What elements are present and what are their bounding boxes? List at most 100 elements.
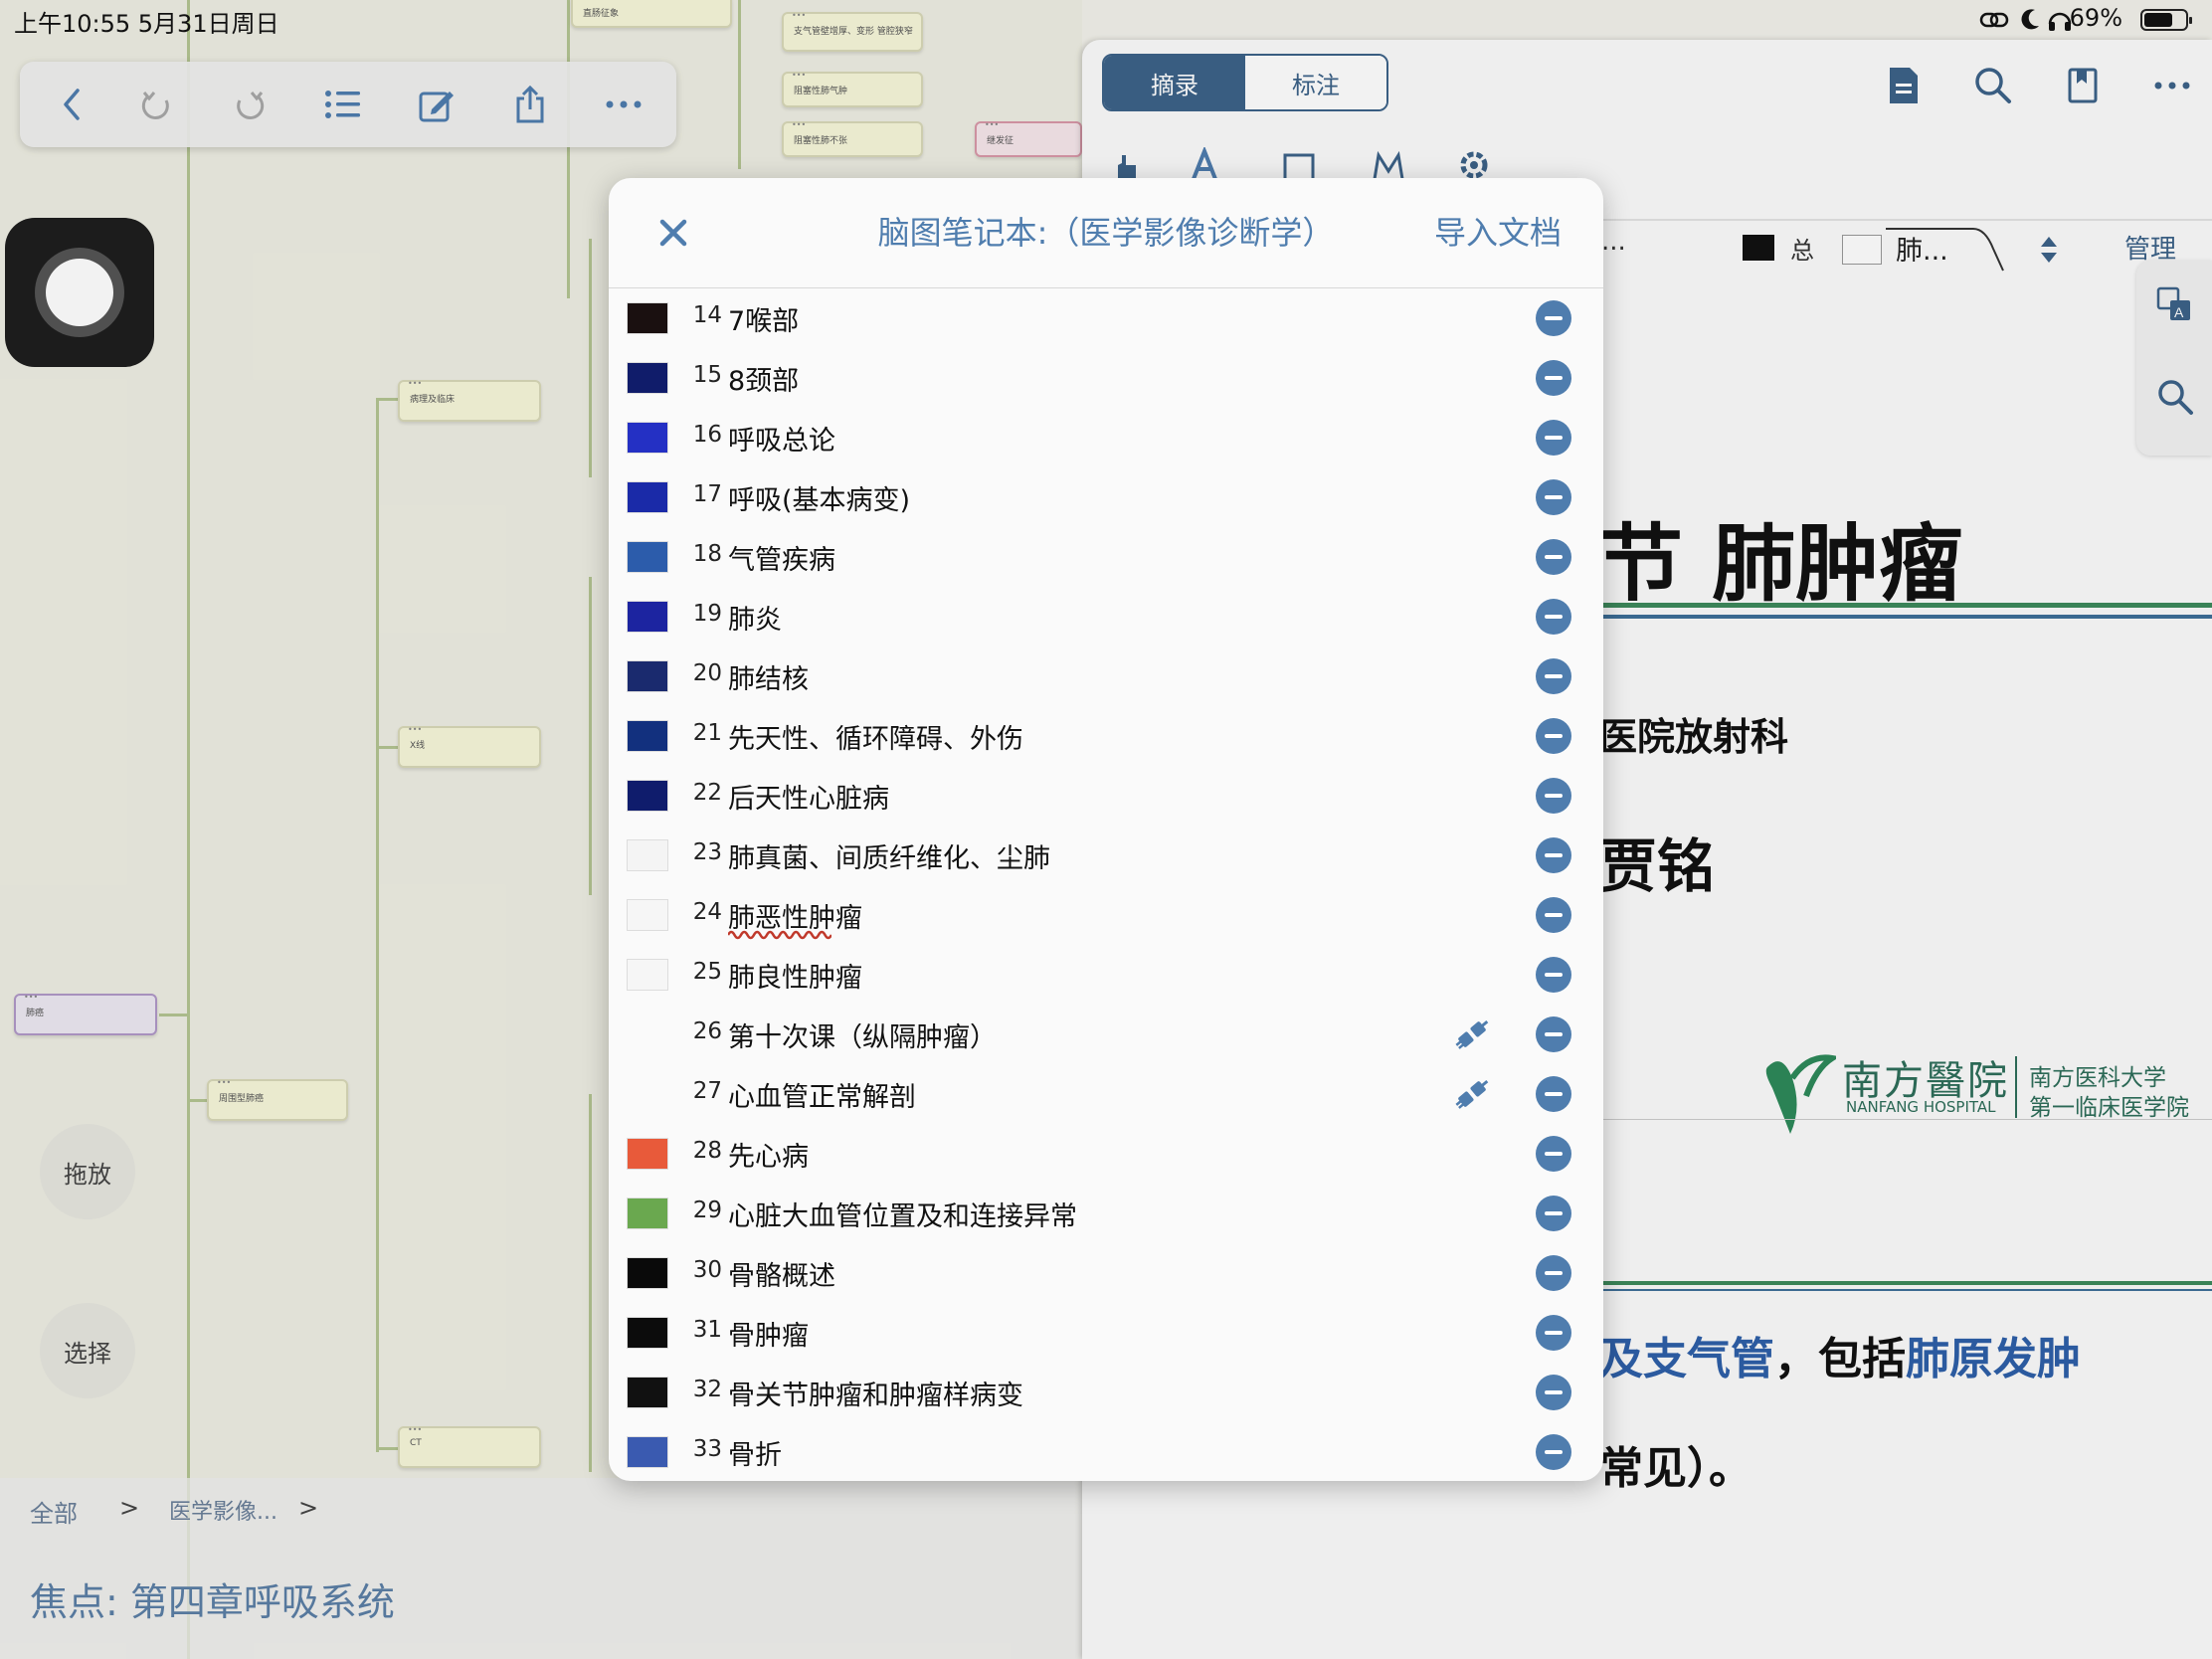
document-list-item[interactable]: 15 8颈部 xyxy=(609,348,1603,408)
remove-document-button[interactable] xyxy=(1536,479,1571,515)
document-title: 气管疾病 xyxy=(728,545,835,576)
document-thumbnail xyxy=(627,660,668,692)
remove-document-button[interactable] xyxy=(1536,1136,1571,1172)
document-index: 15 xyxy=(692,362,722,388)
remove-document-button[interactable] xyxy=(1536,718,1571,754)
remove-document-button[interactable] xyxy=(1536,539,1571,575)
document-thumbnail xyxy=(627,601,668,633)
document-list: 14 7喉部 15 8颈部 16 呼吸总论 17 呼吸(基本病变) 18 气管疾病 19 肺炎 20 肺结… xyxy=(609,288,1603,1481)
document-title: 骨骼概述 xyxy=(728,1261,835,1292)
document-thumbnail xyxy=(627,481,668,513)
document-index: 31 xyxy=(692,1317,722,1343)
document-index: 32 xyxy=(692,1377,722,1402)
document-list-item[interactable]: 27 心血管正常解剖 xyxy=(609,1064,1603,1124)
document-title: 第十次课（纵隔肿瘤） xyxy=(728,1022,997,1053)
document-index: 22 xyxy=(692,780,722,806)
document-index: 18 xyxy=(692,541,722,567)
remove-document-button[interactable] xyxy=(1536,1315,1571,1351)
status-bar: 上午10:55 5月31日周日 69% xyxy=(0,0,2212,40)
import-document-button[interactable]: 导入文档 xyxy=(1434,208,1562,254)
document-list-item[interactable]: 18 气管疾病 xyxy=(609,527,1603,587)
document-thumbnail xyxy=(627,1436,668,1468)
document-index: 30 xyxy=(692,1257,722,1283)
moon-icon xyxy=(2021,9,2039,30)
document-list-item[interactable]: 22 后天性心脏病 xyxy=(609,766,1603,826)
plug-icon[interactable] xyxy=(1450,1014,1494,1054)
document-index: 19 xyxy=(692,601,722,627)
remove-document-button[interactable] xyxy=(1536,1076,1571,1112)
document-list-item[interactable]: 33 骨折 xyxy=(609,1422,1603,1481)
document-index: 28 xyxy=(692,1138,722,1164)
document-index: 26 xyxy=(692,1018,722,1044)
document-title: 呼吸总论 xyxy=(728,426,835,457)
document-index: 25 xyxy=(692,959,722,985)
modal-header: 脑图笔记本:（医学影像诊断学） 导入文档 xyxy=(609,178,1603,288)
remove-document-button[interactable] xyxy=(1536,420,1571,456)
remove-document-button[interactable] xyxy=(1536,957,1571,993)
document-thumbnail xyxy=(627,839,668,871)
document-list-item[interactable]: 26 第十次课（纵隔肿瘤） xyxy=(609,1005,1603,1064)
document-title: 先天性、循环障碍、外伤 xyxy=(728,724,1023,755)
document-thumbnail xyxy=(627,1138,668,1170)
document-list-item[interactable]: 31 骨肿瘤 xyxy=(609,1303,1603,1363)
document-index: 29 xyxy=(692,1198,722,1223)
document-title: 肺炎 xyxy=(728,605,782,636)
remove-document-button[interactable] xyxy=(1536,360,1571,396)
remove-document-button[interactable] xyxy=(1536,837,1571,873)
document-index: 16 xyxy=(692,422,722,448)
document-thumbnail xyxy=(627,302,668,334)
current-document-underline xyxy=(728,930,831,940)
battery-icon xyxy=(2140,9,2192,31)
remove-document-button[interactable] xyxy=(1536,1255,1571,1291)
document-thumbnail xyxy=(627,1257,668,1289)
document-index: 33 xyxy=(692,1436,722,1462)
document-list-item[interactable]: 30 骨骼概述 xyxy=(609,1243,1603,1303)
document-title: 肺结核 xyxy=(728,664,809,695)
remove-document-button[interactable] xyxy=(1536,1016,1571,1052)
document-title: 肺良性肿瘤 xyxy=(728,963,862,994)
remove-document-button[interactable] xyxy=(1536,1375,1571,1410)
document-index: 24 xyxy=(692,899,722,925)
document-list-item[interactable]: 23 肺真菌、间质纤维化、尘肺 xyxy=(609,826,1603,885)
document-list-item[interactable]: 19 肺炎 xyxy=(609,587,1603,646)
document-list-item[interactable]: 24 肺恶性肿瘤 xyxy=(609,885,1603,945)
document-thumbnail xyxy=(627,541,668,573)
document-list-item[interactable]: 32 骨关节肿瘤和肿瘤样病变 xyxy=(609,1363,1603,1422)
remove-document-button[interactable] xyxy=(1536,658,1571,694)
document-list-item[interactable]: 29 心脏大血管位置及和连接异常 xyxy=(609,1184,1603,1243)
document-thumbnail xyxy=(627,780,668,812)
document-list-item[interactable]: 17 呼吸(基本病变) xyxy=(609,467,1603,527)
document-title: 先心病 xyxy=(728,1142,809,1173)
link-icon xyxy=(1979,12,2009,28)
document-title: 肺真菌、间质纤维化、尘肺 xyxy=(728,843,1050,874)
document-list-item[interactable]: 14 7喉部 xyxy=(609,288,1603,348)
battery-percent: 69% xyxy=(2069,4,2122,32)
document-list-item[interactable]: 28 先心病 xyxy=(609,1124,1603,1184)
document-list-item[interactable]: 16 呼吸总论 xyxy=(609,408,1603,467)
document-index: 27 xyxy=(692,1078,722,1104)
document-thumbnail xyxy=(627,1317,668,1349)
document-title: 心脏大血管位置及和连接异常 xyxy=(728,1201,1077,1232)
document-list-item[interactable]: 25 肺良性肿瘤 xyxy=(609,945,1603,1005)
document-list-item[interactable]: 21 先天性、循环障碍、外伤 xyxy=(609,706,1603,766)
remove-document-button[interactable] xyxy=(1536,1434,1571,1470)
document-title: 8颈部 xyxy=(728,366,800,397)
document-index: 17 xyxy=(692,481,722,507)
document-index: 14 xyxy=(692,302,722,328)
document-list-item[interactable]: 20 肺结核 xyxy=(609,646,1603,706)
remove-document-button[interactable] xyxy=(1536,300,1571,336)
notebook-documents-modal: 脑图笔记本:（医学影像诊断学） 导入文档 14 7喉部 15 8颈部 16 呼吸总论 17 呼… xyxy=(609,178,1603,1481)
document-title: 骨折 xyxy=(728,1440,782,1471)
remove-document-button[interactable] xyxy=(1536,897,1571,933)
document-title: 骨关节肿瘤和肿瘤样病变 xyxy=(728,1381,1023,1411)
remove-document-button[interactable] xyxy=(1536,1196,1571,1231)
document-thumbnail xyxy=(627,362,668,394)
document-thumbnail xyxy=(627,1377,668,1408)
document-thumbnail xyxy=(627,899,668,931)
document-title: 后天性心脏病 xyxy=(728,784,889,815)
document-index: 21 xyxy=(692,720,722,746)
document-thumbnail xyxy=(627,959,668,991)
plug-icon[interactable] xyxy=(1450,1074,1494,1114)
remove-document-button[interactable] xyxy=(1536,778,1571,814)
remove-document-button[interactable] xyxy=(1536,599,1571,635)
